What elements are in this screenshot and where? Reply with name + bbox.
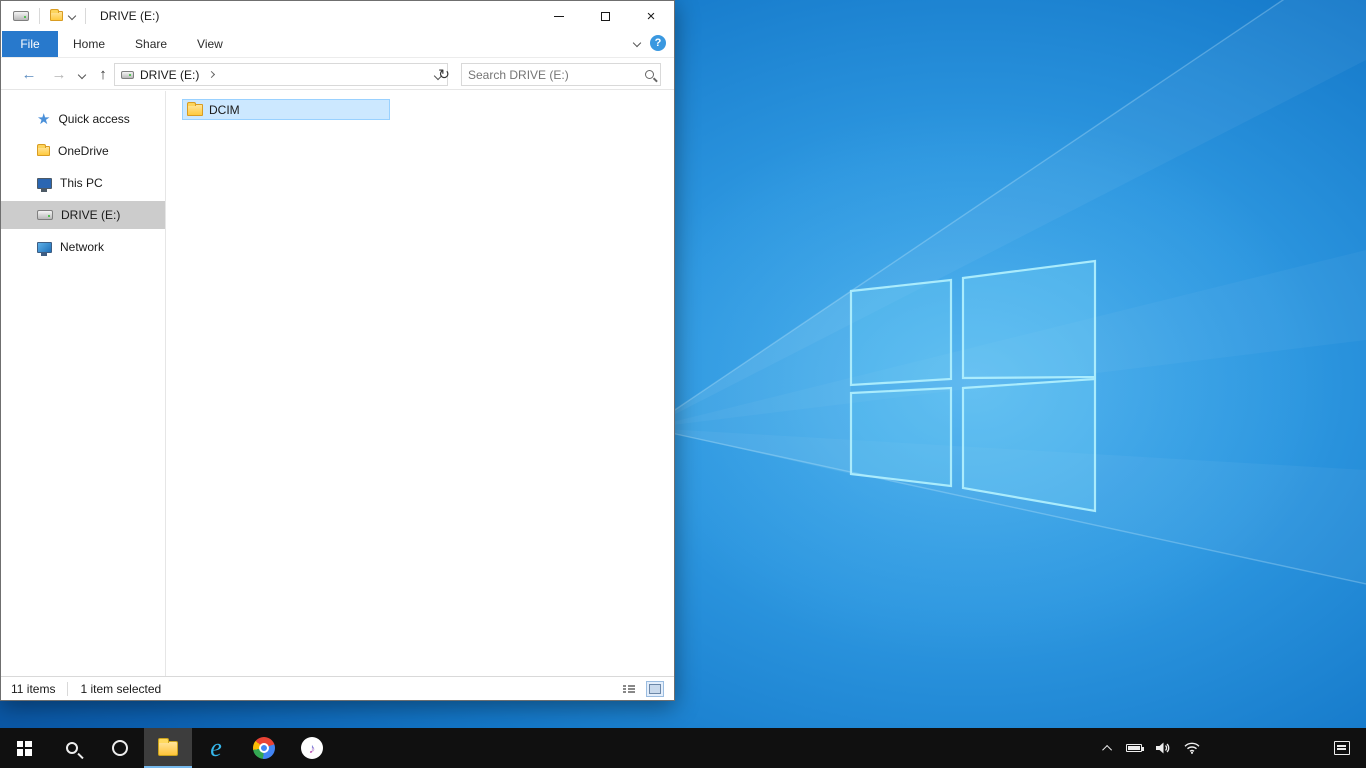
search-icon <box>66 742 78 754</box>
start-button[interactable] <box>0 728 48 768</box>
maximize-icon <box>600 11 610 21</box>
taskbar-search-button[interactable] <box>48 728 96 768</box>
folder-icon[interactable] <box>50 9 63 21</box>
action-center-button[interactable] <box>1334 741 1350 755</box>
navigation-bar: ← → ↑ DRIVE (E:) ↻ <box>1 57 674 90</box>
forward-button[interactable]: → <box>47 58 71 91</box>
cortana-button[interactable] <box>96 728 144 768</box>
sidebar-item-network[interactable]: Network <box>1 233 165 261</box>
sidebar-item-label: DRIVE (E:) <box>61 208 121 222</box>
battery-icon[interactable] <box>1126 744 1144 752</box>
quick-access-toolbar: DRIVE (E:) <box>1 8 159 24</box>
itunes-icon: ♪ <box>301 737 323 759</box>
details-view-icon <box>623 683 635 694</box>
sidebar-item-quick-access[interactable]: ★ Quick access <box>1 105 165 133</box>
close-button[interactable]: × <box>628 1 674 31</box>
drive-icon <box>13 11 29 21</box>
folder-icon <box>37 144 50 156</box>
volume-icon[interactable] <box>1156 742 1170 754</box>
sidebar-item-label: This PC <box>60 176 103 190</box>
help-button[interactable]: ? <box>650 35 666 51</box>
taskbar-file-explorer-button[interactable] <box>144 728 192 768</box>
search-box <box>461 63 661 86</box>
up-button[interactable]: ↑ <box>91 58 115 91</box>
file-explorer-icon <box>158 737 178 756</box>
file-item-dcim[interactable]: DCIM <box>182 99 390 120</box>
items-count: 11 items <box>11 681 56 696</box>
drive-icon <box>121 70 134 79</box>
ribbon-tab-bar: File Home Share View <box>1 31 674 57</box>
tab-file[interactable]: File <box>2 31 58 57</box>
divider <box>67 681 69 696</box>
back-button[interactable]: ← <box>17 58 41 91</box>
sidebar-item-label: Network <box>60 240 105 254</box>
system-tray <box>1102 728 1366 768</box>
file-list-area[interactable]: DCIM <box>166 91 674 677</box>
recent-locations-dropdown[interactable] <box>73 58 91 91</box>
network-icon <box>37 241 52 256</box>
status-bar: 11 items 1 item selected <box>1 676 674 700</box>
file-explorer-window: DRIVE (E:) × File Home Share View ? ← → … <box>0 0 675 701</box>
minimize-icon <box>554 15 564 17</box>
refresh-button[interactable]: ↻ <box>433 63 455 86</box>
show-hidden-icons-button[interactable] <box>1102 744 1113 755</box>
music-note-icon: ♪ <box>308 740 316 756</box>
internet-explorer-button[interactable]: e <box>192 728 240 768</box>
sidebar-item-drive-e[interactable]: DRIVE (E:) <box>1 201 165 229</box>
internet-explorer-icon: e <box>210 733 222 762</box>
expand-ribbon-icon[interactable] <box>632 38 642 48</box>
sidebar-item-this-pc[interactable]: This PC <box>1 169 165 197</box>
cortana-icon <box>112 740 128 756</box>
maximize-button[interactable] <box>582 1 628 31</box>
chevron-down-icon <box>77 70 87 79</box>
divider <box>85 8 86 24</box>
window-body: ★ Quick access OneDrive This PC DRIVE (E… <box>1 91 674 677</box>
chrome-icon <box>253 737 275 759</box>
details-view-button[interactable] <box>620 681 638 697</box>
divider <box>39 8 40 24</box>
search-icon[interactable] <box>645 70 654 79</box>
drive-icon <box>37 210 53 220</box>
file-item-label: DCIM <box>209 102 240 117</box>
breadcrumb-path[interactable]: DRIVE (E:) <box>140 68 199 82</box>
tab-home[interactable]: Home <box>58 31 120 57</box>
large-icons-view-icon <box>649 683 661 694</box>
sidebar-item-onedrive[interactable]: OneDrive <box>1 137 165 165</box>
title-bar[interactable]: DRIVE (E:) × <box>1 1 674 31</box>
star-icon: ★ <box>37 110 51 128</box>
address-bar[interactable]: DRIVE (E:) <box>114 63 448 86</box>
large-icons-view-button[interactable] <box>646 680 664 697</box>
breadcrumb-chevron-icon[interactable] <box>208 70 216 79</box>
view-toggles <box>620 680 664 697</box>
tab-view[interactable]: View <box>182 31 238 57</box>
window-title: DRIVE (E:) <box>100 9 160 23</box>
network-wifi-icon[interactable] <box>1184 742 1200 754</box>
itunes-button[interactable]: ♪ <box>288 728 336 768</box>
selection-count: 1 item selected <box>80 681 162 696</box>
windows-logo-icon <box>16 740 32 756</box>
taskbar: e ♪ <box>0 728 1366 768</box>
folder-icon <box>187 101 203 116</box>
tab-share[interactable]: Share <box>120 31 182 57</box>
sidebar-item-label: Quick access <box>58 112 130 126</box>
chrome-button[interactable] <box>240 728 288 768</box>
close-icon: × <box>646 7 656 25</box>
sidebar-item-label: OneDrive <box>58 144 109 158</box>
window-controls: × <box>536 1 674 31</box>
chevron-down-icon[interactable] <box>67 11 77 21</box>
computer-icon <box>37 177 52 192</box>
minimize-button[interactable] <box>536 1 582 31</box>
ribbon-right-controls: ? <box>632 35 666 51</box>
navigation-pane: ★ Quick access OneDrive This PC DRIVE (E… <box>1 91 166 677</box>
search-input[interactable] <box>468 67 645 82</box>
